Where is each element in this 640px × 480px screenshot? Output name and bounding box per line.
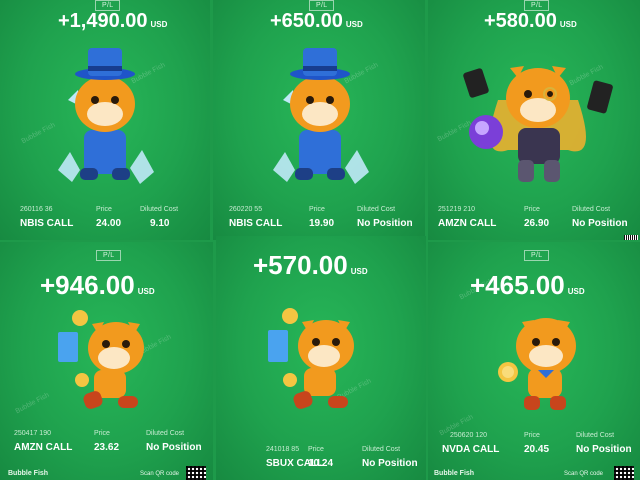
diluted-cost-value: No Position [146, 442, 202, 453]
contract-info: 251219 210 AMZN CALL [438, 206, 496, 229]
contract-info: 260116 36 NBIS CALL [20, 206, 73, 229]
currency-label: USD [559, 20, 577, 29]
pl-card-6[interactable]: P/L +465.00 USD Bubble Fish Bubble Fish 2… [428, 242, 640, 480]
price-stat: Price 26.90 [524, 206, 549, 229]
qr-code-icon [186, 466, 206, 480]
pl-card-1[interactable]: P/L +1,490.00 USD Bubble Fish Bubble Fish… [0, 0, 210, 240]
bull-monocle-orb-icon [463, 66, 613, 182]
price-stat: Price 10.24 [308, 446, 333, 469]
price-label: Price [94, 430, 110, 437]
price-value: 20.45 [524, 444, 550, 455]
diluted-cost-value: No Position [357, 218, 413, 229]
footer-brand: Bubble Fish [8, 470, 49, 477]
price-value: 23.62 [94, 442, 120, 453]
price-value: 26.90 [524, 218, 550, 229]
pl-value: +1,490.00 [58, 10, 148, 32]
diluted-cost-label: Diluted Cost [140, 206, 179, 213]
price-stat: Price 20.45 [524, 432, 549, 455]
price-stat: Price 19.90 [309, 206, 334, 229]
pl-card-4[interactable]: P/L +946.00 USD Bubble Fish Bubble Fish 2… [0, 242, 213, 480]
price-label: Price [308, 446, 324, 453]
pl-card-3[interactable]: P/L +580.00 USD Bubble Fish Bubble Fish 2… [428, 0, 640, 240]
footer-brand: Bubble Fish [434, 470, 475, 477]
pl-card-5[interactable]: +570.00 USD Bubble Fish 241018 85 SBUX CA… [216, 236, 426, 480]
contract-symbol: NBIS CALL [229, 218, 283, 229]
price-stat: Price 23.62 [94, 430, 119, 453]
pl-card-2[interactable]: P/L +650.00 USD Bubble Fish 260220 55 NBI… [213, 0, 425, 240]
diluted-cost-value: No Position [362, 458, 418, 469]
bull-tophat-crystals-icon [58, 48, 154, 184]
price-label: Price [524, 206, 540, 213]
diluted-cost-value: No Position [576, 444, 632, 455]
price-label: Price [309, 206, 325, 213]
price-value: 10.24 [308, 458, 334, 469]
contract-symbol: AMZN CALL [14, 442, 73, 453]
contract-info: 250417 190 AMZN CALL [14, 430, 72, 453]
diluted-cost-stat: Diluted Cost No Position [357, 206, 413, 229]
contract-code: 251219 210 [438, 206, 475, 213]
currency-label: USD [350, 267, 368, 276]
pl-tag: P/L [524, 250, 550, 261]
pl-amount: +946.00 USD [40, 270, 155, 301]
price-label: Price [96, 206, 112, 213]
currency-label: USD [567, 287, 585, 296]
contract-code: 250620 120 [450, 432, 487, 439]
pl-amount: +570.00 USD [253, 250, 368, 281]
currency-label: USD [345, 20, 363, 29]
qr-code-icon [614, 466, 634, 480]
diluted-cost-label: Diluted Cost [576, 432, 615, 439]
pl-value: +946.00 [40, 270, 135, 300]
currency-label: USD [150, 20, 168, 29]
pl-value: +650.00 [270, 10, 343, 32]
contract-code: 260220 55 [229, 206, 263, 213]
diluted-cost-stat: Diluted Cost No Position [146, 430, 202, 453]
footer-scan-text: Scan QR code [564, 471, 604, 477]
diluted-cost-stat: Diluted Cost No Position [362, 446, 418, 469]
price-value: 19.90 [309, 218, 335, 229]
price-value: 24.00 [96, 218, 122, 229]
pl-value: +580.00 [484, 10, 557, 32]
price-stat: Price 24.00 [96, 206, 121, 229]
pl-tag: P/L [96, 250, 122, 261]
bull-walking-coins-icon [58, 310, 144, 409]
contract-symbol: AMZN CALL [438, 218, 497, 229]
diluted-cost-stat: Diluted Cost No Position [572, 206, 628, 229]
diluted-cost-label: Diluted Cost [362, 446, 401, 453]
contract-info: 260220 55 NBIS CALL [229, 206, 282, 229]
contract-code: 260116 36 [20, 206, 53, 213]
diluted-cost-label: Diluted Cost [146, 430, 185, 437]
bull-tophat-crystals-icon [273, 48, 369, 184]
contract-info: 250620 120 NVDA CALL [442, 432, 499, 455]
contract-symbol: NBIS CALL [20, 218, 74, 229]
diluted-cost-stat: Diluted Cost No Position [576, 432, 632, 455]
contract-code: 250417 190 [14, 430, 51, 437]
bull-holding-coin-icon [498, 318, 576, 410]
diluted-cost-value: 9.10 [150, 218, 170, 229]
pl-amount: +650.00 USD [270, 10, 363, 33]
diluted-cost-label: Diluted Cost [357, 206, 396, 213]
watermark: Bubble Fish [14, 391, 51, 416]
diluted-cost-stat: Diluted Cost 9.10 [140, 206, 178, 229]
price-label: Price [524, 432, 540, 439]
pl-value: +570.00 [253, 250, 348, 280]
contract-symbol: NVDA CALL [442, 444, 500, 455]
pl-amount: +1,490.00 USD [58, 10, 167, 33]
bull-walking-coins-icon [268, 308, 354, 409]
pl-amount: +580.00 USD [484, 10, 577, 33]
qr-code-icon [624, 235, 638, 240]
currency-label: USD [137, 287, 155, 296]
footer-scan-text: Scan QR code [140, 471, 180, 477]
diluted-cost-value: No Position [572, 218, 628, 229]
diluted-cost-label: Diluted Cost [572, 206, 611, 213]
